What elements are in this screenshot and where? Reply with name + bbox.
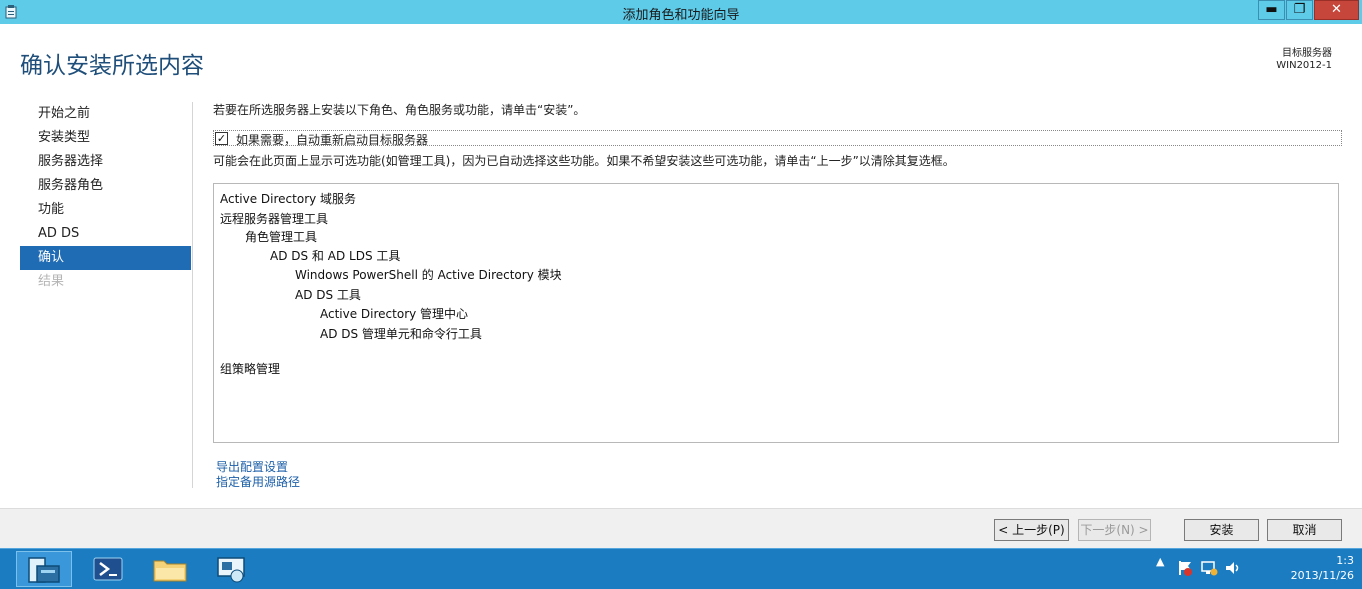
maximize-icon: ❐: [1293, 2, 1306, 17]
server-manager-icon: [28, 557, 60, 583]
close-button[interactable]: ✕: [1314, 0, 1359, 20]
window-title: 添加角色和功能向导: [622, 8, 740, 23]
restart-option[interactable]: ✓ 如果需要，自动重新启动目标服务器: [213, 130, 1342, 147]
install-button[interactable]: 安装: [1184, 519, 1259, 541]
list-item: AD DS 和 AD LDS 工具: [270, 249, 401, 263]
window-title-bar: 添加角色和功能向导 ▬ ❐ ✕: [0, 0, 1362, 24]
list-item: AD DS 管理单元和命令行工具: [320, 327, 482, 341]
nav-item-before-you-begin[interactable]: 开始之前: [20, 102, 191, 126]
folder-icon: [153, 560, 187, 582]
close-icon: ✕: [1331, 2, 1342, 17]
taskbar-powershell[interactable]: [80, 551, 136, 587]
checkmark-icon: ✓: [216, 132, 227, 145]
taskbar-server-manager[interactable]: [16, 551, 72, 587]
selected-features-list[interactable]: Active Directory 域服务 远程服务器管理工具 角色管理工具 AD…: [213, 183, 1339, 443]
previous-button[interactable]: < 上一步(P): [994, 519, 1069, 541]
powershell-icon: [93, 557, 123, 581]
nav-item-server-roles[interactable]: 服务器角色: [20, 174, 191, 198]
taskbar-network-app[interactable]: [204, 551, 260, 587]
target-server-name: WIN2012-1: [1276, 60, 1332, 71]
clock-date: 2013/11/26: [1290, 569, 1354, 582]
nav-item-installation-type[interactable]: 安装类型: [20, 126, 191, 150]
list-item: 角色管理工具: [245, 230, 318, 244]
page-title: 确认安装所选内容: [20, 53, 204, 79]
target-server-label: 目标服务器: [1282, 48, 1332, 59]
action-center-flag-icon[interactable]: [1176, 559, 1194, 577]
taskbar: ▲ 1:3 2013/11/26: [0, 548, 1362, 589]
next-button: 下一步(N) >: [1078, 519, 1151, 541]
list-item: Active Directory 域服务: [220, 192, 357, 206]
nav-item-results: 结果: [38, 274, 65, 289]
taskbar-file-explorer[interactable]: [142, 551, 198, 587]
volume-icon[interactable]: [1224, 559, 1242, 577]
nav-item-ad-ds[interactable]: AD DS: [20, 222, 191, 246]
show-hidden-icons-arrow[interactable]: ▲: [1156, 555, 1164, 568]
nav-divider: [192, 102, 193, 488]
clock[interactable]: 1:3 2013/11/26: [1291, 553, 1354, 583]
wizard-button-bar: < 上一步(P) 下一步(N) > 安装 取消: [0, 508, 1362, 548]
nav-item-confirmation[interactable]: 确认: [20, 246, 191, 270]
cancel-button[interactable]: 取消: [1267, 519, 1342, 541]
clock-time: 1:3: [1336, 554, 1354, 567]
nav-item-features[interactable]: 功能: [20, 198, 191, 222]
alternate-source-link[interactable]: 指定备用源路径: [216, 473, 300, 490]
target-server-info: 目标服务器 WIN2012-1: [1276, 48, 1332, 72]
list-item: AD DS 工具: [295, 288, 361, 302]
intro-text: 若要在所选服务器上安装以下角色、角色服务或功能，请单击“安装”。: [213, 103, 586, 117]
optional-features-note: 可能会在此页面上显示可选功能(如管理工具)，因为已自动选择这些功能。如果不希望安…: [213, 154, 955, 168]
maximize-button[interactable]: ❐: [1286, 0, 1313, 20]
list-item: 组策略管理: [220, 362, 281, 376]
network-computer-icon: [217, 557, 245, 583]
list-item: Windows PowerShell 的 Active Directory 模块: [295, 268, 562, 282]
network-icon[interactable]: [1200, 559, 1218, 577]
nav-item-server-selection[interactable]: 服务器选择: [20, 150, 191, 174]
restart-checkbox[interactable]: ✓: [215, 132, 228, 145]
minimize-button[interactable]: ▬: [1258, 0, 1285, 20]
list-item: 远程服务器管理工具: [220, 212, 329, 226]
minimize-icon: ▬: [1265, 2, 1278, 17]
list-item: Active Directory 管理中心: [320, 307, 469, 321]
restart-label: 如果需要，自动重新启动目标服务器: [236, 133, 429, 147]
wizard-nav: 开始之前 安装类型 服务器选择 服务器角色 功能 AD DS 确认 结果: [20, 102, 191, 294]
